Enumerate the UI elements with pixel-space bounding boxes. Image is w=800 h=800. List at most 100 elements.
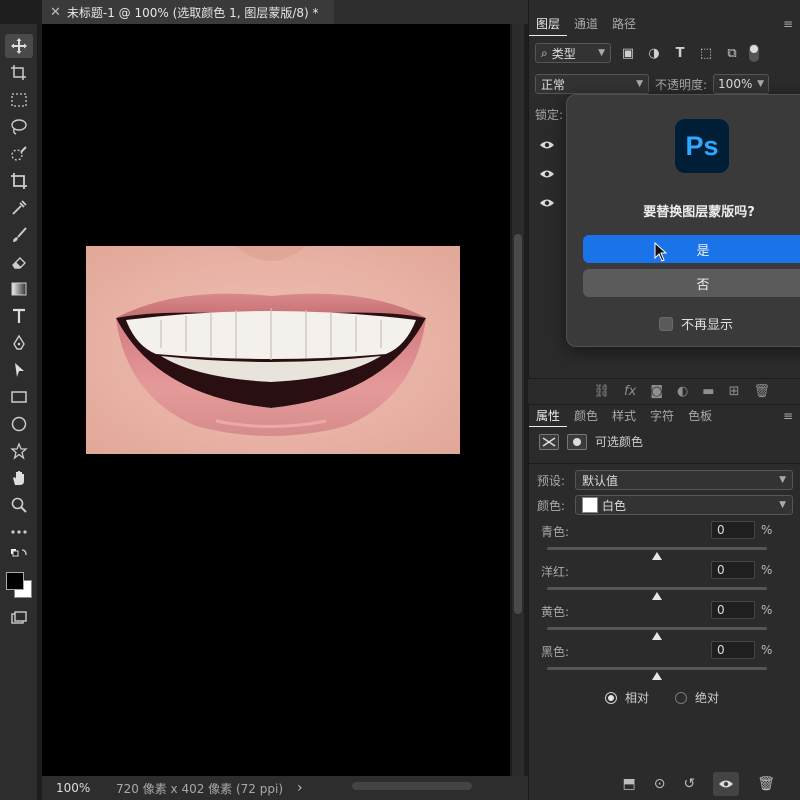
move-tool-icon[interactable] <box>5 34 33 58</box>
relative-radio[interactable] <box>605 691 617 704</box>
quick-selection-tool-icon[interactable] <box>5 142 33 166</box>
black-label: 黑色: <box>541 645 570 659</box>
type-tool-icon[interactable] <box>5 304 33 328</box>
brush-tool-icon[interactable] <box>5 223 33 247</box>
black-value-field[interactable]: 0 <box>711 641 755 659</box>
panel-menu-icon[interactable]: ≡ <box>783 409 793 423</box>
document-tab[interactable]: ✕ 未标题-1 @ 100% (选取颜色 1, 图层蒙版/8) * <box>42 0 334 24</box>
preset-row: 预设: 默认值 ▼ <box>537 470 793 490</box>
hand-tool-icon[interactable] <box>5 466 33 490</box>
dont-show-again-checkbox[interactable] <box>659 316 673 331</box>
eraser-tool-icon[interactable] <box>5 250 33 274</box>
link-layers-icon[interactable]: ⛓ <box>594 384 611 399</box>
tab-channels[interactable]: 通道 <box>567 12 605 36</box>
layer-filter-label: 类型 <box>551 46 576 61</box>
magenta-thumb[interactable] <box>652 592 662 600</box>
relative-label: 相对 <box>625 691 650 705</box>
image-filter-icon[interactable]: ▣ <box>619 44 637 62</box>
panel-menu-icon[interactable]: ≡ <box>783 17 793 31</box>
marquee-tool-icon[interactable] <box>5 88 33 112</box>
clip-to-layer-icon[interactable]: ⬒ <box>623 776 636 792</box>
tab-character[interactable]: 字符 <box>643 405 681 427</box>
zoom-level[interactable]: 100% <box>42 781 108 795</box>
yes-button[interactable]: 是 <box>583 235 800 263</box>
filter-toggle[interactable] <box>749 44 759 62</box>
blend-mode-select[interactable]: 正常 ▼ <box>535 74 649 94</box>
toggle-visibility-eye-icon[interactable] <box>713 772 740 796</box>
tab-layers[interactable]: 图层 <box>529 12 568 36</box>
pen-tool-icon[interactable] <box>5 331 33 355</box>
cyan-unit: % <box>761 523 773 537</box>
yellow-slider: 黄色: 0 % <box>541 601 781 643</box>
zoom-tool-icon[interactable] <box>5 493 33 517</box>
colors-value: 白色 <box>602 498 627 513</box>
black-thumb[interactable] <box>652 672 662 680</box>
eyedropper-tool-icon[interactable] <box>5 196 33 220</box>
layer-mask-icon[interactable] <box>567 433 587 450</box>
cyan-track[interactable] <box>547 547 767 550</box>
magenta-value-field[interactable]: 0 <box>711 561 755 579</box>
path-selection-tool-icon[interactable] <box>5 358 33 382</box>
layer-visibility-eye-icon[interactable] <box>529 189 565 217</box>
cyan-thumb[interactable] <box>652 552 662 560</box>
document-tab-bar: ✕ 未标题-1 @ 100% (选取颜色 1, 图层蒙版/8) * <box>42 0 528 24</box>
swap-colors-icon[interactable] <box>5 548 33 564</box>
tab-swatches[interactable]: 色板 <box>681 405 719 427</box>
artboard-tool-icon[interactable] <box>5 61 33 85</box>
more-tools-icon[interactable] <box>5 520 33 544</box>
no-button[interactable]: 否 <box>583 269 800 297</box>
colors-select[interactable]: 白色 ▼ <box>575 495 793 515</box>
dont-show-again-option[interactable]: 不再显示 <box>659 314 733 333</box>
adjustment-filter-icon[interactable]: ◑ <box>645 44 663 62</box>
layer-visibility-eye-icon[interactable] <box>529 160 565 188</box>
layer-filter-select[interactable]: ⌕ 类型 ▼ <box>535 43 611 63</box>
chevron-down-icon: ▼ <box>779 475 786 485</box>
chevron-right-icon[interactable]: › <box>283 780 303 796</box>
reset-icon[interactable]: ↺ <box>683 776 695 792</box>
absolute-radio[interactable] <box>675 691 688 704</box>
adjustment-layer-icon[interactable] <box>539 433 559 450</box>
tab-styles[interactable]: 样式 <box>605 405 643 427</box>
document-canvas[interactable] <box>42 24 510 776</box>
lock-label: 锁定: <box>535 108 564 122</box>
opacity-field[interactable]: 100% ▼ <box>713 74 770 94</box>
layer-visibility-eye-icon[interactable] <box>529 131 565 159</box>
cyan-value-field[interactable]: 0 <box>711 521 755 539</box>
gradient-tool-icon[interactable] <box>5 277 33 301</box>
color-swatches[interactable] <box>4 570 34 598</box>
horizontal-scroll-thumb[interactable] <box>352 782 472 790</box>
tab-color[interactable]: 颜色 <box>567 405 605 427</box>
crop-tool-icon[interactable] <box>5 169 33 193</box>
screen-mode-icon[interactable] <box>5 606 33 630</box>
ellipse-tool-icon[interactable] <box>5 412 33 436</box>
yellow-value-field[interactable]: 0 <box>711 601 755 619</box>
custom-shape-tool-icon[interactable] <box>5 439 33 463</box>
lasso-tool-icon[interactable] <box>5 115 33 139</box>
fx-icon[interactable]: fx <box>624 384 636 399</box>
type-filter-icon[interactable]: T <box>671 44 689 62</box>
yellow-track[interactable] <box>547 627 767 630</box>
new-layer-icon[interactable]: ⊞ <box>729 384 740 399</box>
replace-mask-dialog: Ps 要替换图层蒙版吗? 是 否 不再显示 <box>566 94 800 347</box>
delete-layer-icon[interactable]: 🗑 <box>753 384 770 399</box>
new-adjustment-icon[interactable]: ◐ <box>677 384 688 399</box>
yellow-thumb[interactable] <box>652 632 662 640</box>
view-previous-state-icon[interactable]: ⊙ <box>654 776 666 792</box>
new-group-icon[interactable]: ▬ <box>702 384 714 399</box>
shape-filter-icon[interactable]: ⬚ <box>697 44 715 62</box>
tab-properties[interactable]: 属性 <box>529 405 568 427</box>
add-mask-icon[interactable]: ◙ <box>650 384 663 399</box>
rectangle-tool-icon[interactable] <box>5 385 33 409</box>
close-tab-icon[interactable]: ✕ <box>50 5 61 20</box>
tab-paths[interactable]: 路径 <box>605 12 643 36</box>
foreground-color-swatch[interactable] <box>6 572 24 590</box>
preset-select[interactable]: 默认值 ▼ <box>575 470 793 490</box>
magenta-track[interactable] <box>547 587 767 590</box>
vertical-scroll-thumb[interactable] <box>514 234 522 614</box>
status-bar: 100% 720 像素 x 402 像素 (72 ppi) › <box>42 776 528 800</box>
vertical-scrollbar[interactable] <box>512 24 524 776</box>
delete-adjustment-icon[interactable]: 🗑 <box>757 776 775 792</box>
black-track[interactable] <box>547 667 767 670</box>
magenta-label: 洋红: <box>541 565 570 579</box>
smart-object-filter-icon[interactable]: ⧉ <box>723 44 741 62</box>
